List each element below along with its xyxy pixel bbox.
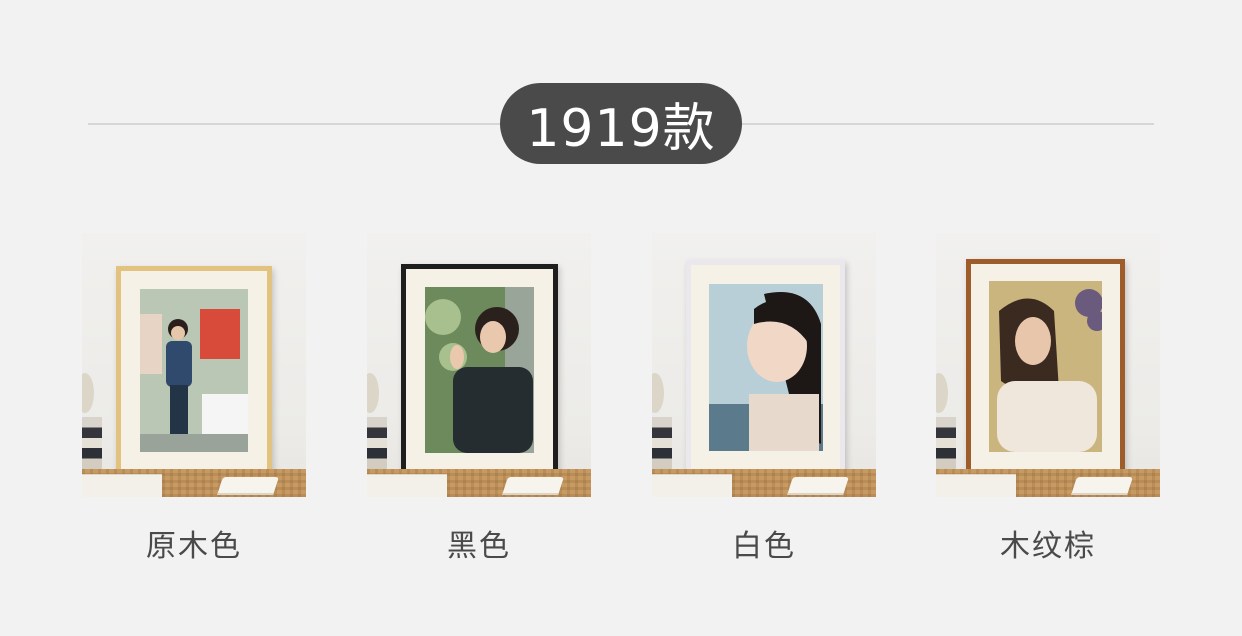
option-label-white: 白色 [732, 529, 796, 564]
book-stack [652, 417, 672, 469]
product-photo-brown [936, 233, 1160, 497]
frame-option-white[interactable]: 白色 [652, 233, 876, 565]
portrait-photo [709, 284, 823, 451]
open-book [787, 477, 849, 495]
brown-frame [966, 259, 1125, 477]
lamp-decor [936, 373, 948, 413]
open-book [502, 477, 564, 495]
portrait-photo [989, 281, 1102, 452]
white-frame [686, 260, 845, 475]
book-stack [82, 417, 102, 469]
product-photo-wood [82, 233, 306, 497]
product-photo-black [367, 233, 591, 497]
model-title-badge: 1919款 [500, 83, 742, 164]
lamp-decor [367, 373, 379, 413]
portrait-photo [140, 289, 248, 452]
frame-option-brown[interactable]: 木纹棕 [936, 233, 1160, 565]
product-photo-white [652, 233, 876, 497]
frame-option-black[interactable]: 黑色 [367, 233, 591, 565]
frame-option-wood[interactable]: 原木色 [82, 233, 306, 565]
open-book [1071, 477, 1133, 495]
option-label-wood: 原木色 [146, 529, 242, 564]
option-label-brown: 木纹棕 [1000, 529, 1096, 564]
portrait-photo [425, 287, 534, 453]
black-frame [401, 264, 558, 476]
book-stack [367, 417, 387, 469]
wood-frame [116, 266, 272, 475]
option-label-black: 黑色 [447, 529, 511, 564]
lamp-decor [82, 373, 94, 413]
book-stack [936, 417, 956, 469]
lamp-decor [652, 373, 664, 413]
open-book [217, 477, 279, 495]
